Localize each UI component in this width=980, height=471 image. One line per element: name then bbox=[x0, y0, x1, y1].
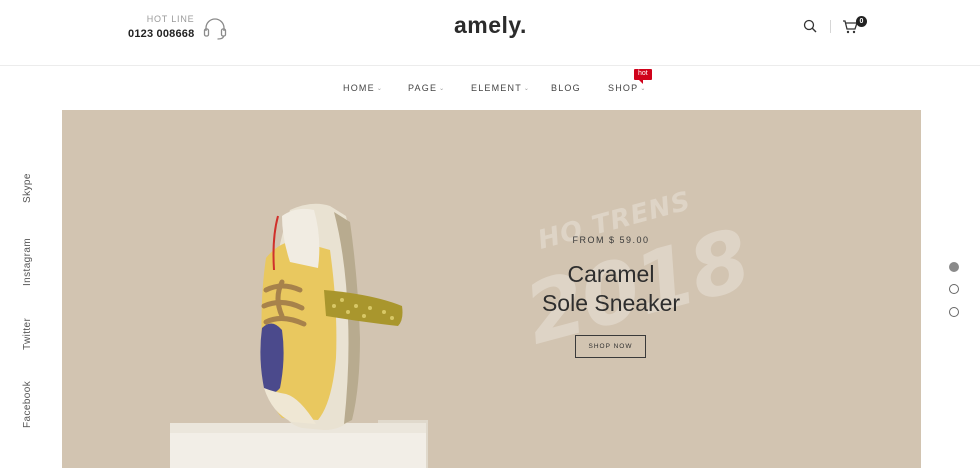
nav-item-page[interactable]: PAGE ⌄ bbox=[408, 83, 445, 93]
main-nav: HOME ⌄ PAGE ⌄ ELEMENT ⌄ BLOG SHOP ⌄ hot bbox=[0, 66, 980, 110]
search-icon[interactable] bbox=[803, 19, 817, 33]
hero-title: Caramel Sole Sneaker bbox=[524, 260, 698, 318]
nav-item-label: HOME bbox=[343, 83, 375, 93]
hero-slide: HO TRENS 2018 FROM $ 59.00 Caramel Sole … bbox=[62, 110, 921, 468]
slider-dot-2[interactable] bbox=[949, 284, 959, 294]
social-link-twitter[interactable]: Twitter bbox=[22, 318, 33, 350]
nav-item-label: SHOP bbox=[608, 83, 639, 93]
chevron-down-icon: ⌄ bbox=[439, 86, 446, 93]
hotline-label: HOT LINE bbox=[146, 14, 195, 24]
hero-title-line2: Sole Sneaker bbox=[541, 290, 681, 316]
hero-price: FROM $ 59.00 bbox=[572, 235, 650, 245]
nav-item-home[interactable]: HOME ⌄ bbox=[343, 83, 383, 93]
social-link-skype[interactable]: Skype bbox=[22, 173, 33, 203]
site-header: HOT LINE 0123 008668 amely. 0 bbox=[0, 0, 980, 66]
cart-count-badge: 0 bbox=[856, 16, 867, 27]
nav-item-label: ELEMENT bbox=[471, 83, 522, 93]
nav-item-element[interactable]: ELEMENT ⌄ bbox=[471, 83, 530, 93]
hero-title-line1: Caramel bbox=[567, 261, 655, 287]
chevron-down-icon: ⌄ bbox=[523, 86, 531, 93]
hotline: HOT LINE 0123 008668 bbox=[128, 14, 194, 40]
shop-now-button[interactable]: SHOP NOW bbox=[575, 335, 646, 358]
nav-item-shop[interactable]: SHOP ⌄ bbox=[608, 83, 647, 93]
social-link-facebook[interactable]: Facebook bbox=[22, 381, 33, 428]
headset-icon bbox=[203, 18, 227, 40]
hot-badge: hot bbox=[634, 69, 652, 84]
site-logo[interactable]: amely. bbox=[454, 12, 527, 39]
pedestal bbox=[170, 433, 426, 468]
social-link-instagram[interactable]: Instagram bbox=[22, 238, 33, 286]
slider-dot-3[interactable] bbox=[949, 307, 959, 317]
chevron-down-icon: ⌄ bbox=[376, 86, 384, 93]
header-divider bbox=[830, 20, 831, 33]
nav-item-blog[interactable]: BLOG bbox=[551, 83, 581, 93]
nav-item-label: PAGE bbox=[408, 83, 438, 93]
nav-item-label: BLOG bbox=[551, 83, 581, 93]
sneaker-image bbox=[260, 203, 403, 430]
slider-dot-1[interactable] bbox=[949, 262, 959, 272]
hotline-number[interactable]: 0123 008668 bbox=[128, 28, 194, 40]
chevron-down-icon: ⌄ bbox=[640, 86, 647, 93]
